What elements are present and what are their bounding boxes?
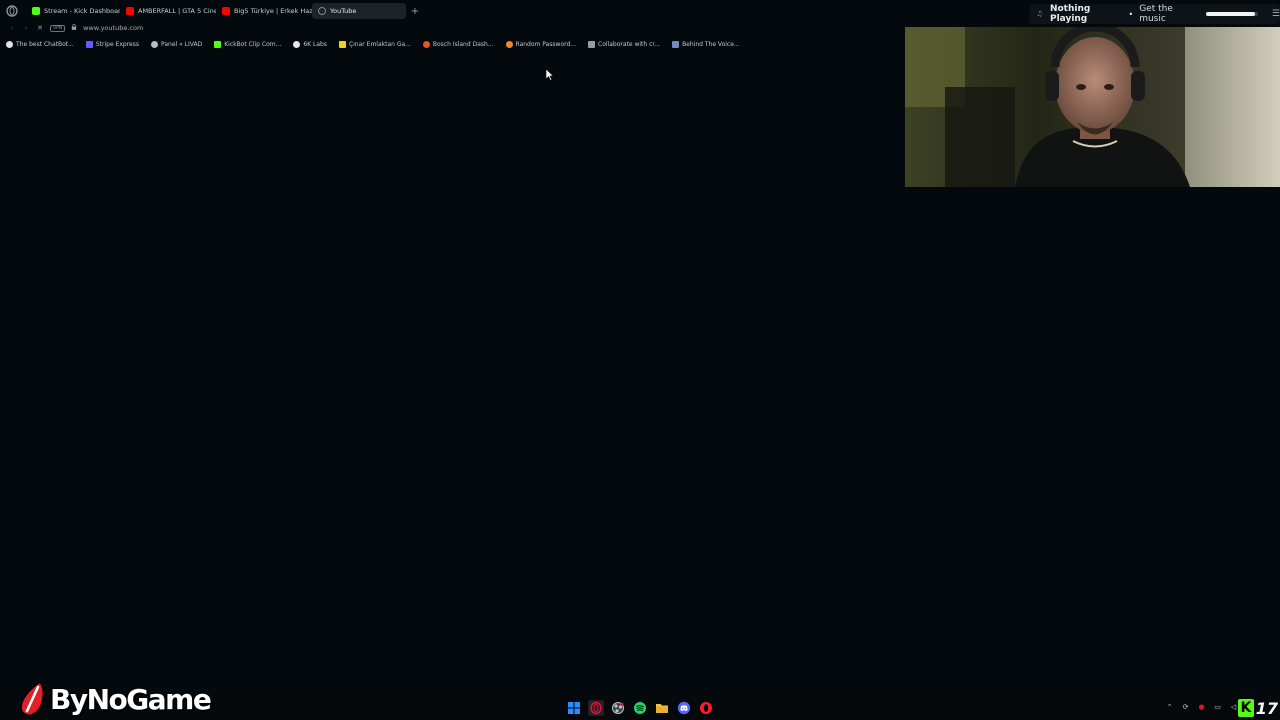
bookmark-favicon-icon [338,40,346,48]
bookmark-label: Stripe Express [95,40,139,48]
tab-kick-dashboard[interactable]: Stream - Kick Dashboard [26,3,120,19]
bookmarks-bar: The best ChatBot... Stripe Express Panel… [6,39,740,49]
chevron-up-icon[interactable]: ⌃ [1164,701,1175,712]
opera-gx-icon[interactable] [588,700,604,716]
bookmark-favicon-icon [293,40,301,48]
bookmark-favicon-icon [85,40,93,48]
obs-icon[interactable] [610,700,626,716]
tab-amberfall[interactable]: AMBERFALL | GTA 5 Cinem [120,3,216,19]
vpn-badge[interactable]: VPN [50,24,66,32]
bookmark-favicon-icon [505,40,513,48]
bookmark-chatbot[interactable]: The best ChatBot... [6,40,74,48]
bookmark-label: KickBot Clip Com... [224,40,282,48]
bookmark-label: Çınar Emlaktan Ga... [348,40,411,48]
bookmark-favicon-icon [150,40,158,48]
bynogame-logo-icon [20,681,45,716]
youtube-favicon-icon [222,7,230,15]
stop-loading-icon[interactable]: ✕ [36,24,44,32]
bookmark-bosch[interactable]: Bosch Island Dash... [422,40,494,48]
youtube-favicon-icon [126,7,134,15]
loading-spinner-icon [318,7,326,15]
bookmark-favicon-icon [588,40,596,48]
lock-icon[interactable] [71,24,77,32]
kick-badge-number: 17 [1255,698,1278,718]
bookmark-label: 6K Labs [303,40,327,48]
get-music-link[interactable]: Get the music [1139,4,1196,24]
tab-youtube[interactable]: YouTube [312,3,406,19]
kick-logo-icon: K [1238,699,1254,717]
taskbar-pinned [566,700,714,716]
bookmark-random-password[interactable]: Random Password... [505,40,577,48]
tab-big5[interactable]: Big5 Türkiye | Erkek Hazırlı [216,3,312,19]
forward-arrow-icon[interactable]: › [22,24,30,32]
volume-slider[interactable] [1205,12,1258,16]
url-field[interactable]: www.youtube.com [83,24,143,32]
watermark-text: ByNoGame [50,682,212,716]
tab-label: Big5 Türkiye | Erkek Hazırlı [234,7,312,15]
system-tray: ⌃ ⟳ ● ▭ ◁ [1164,701,1239,712]
bookmark-label: Behind The Voice... [682,40,740,48]
new-tab-button[interactable]: + [408,4,422,18]
music-widget[interactable]: ♫ Nothing Playing • Get the music ☰ [1029,4,1280,24]
music-note-icon: ♫ [1036,10,1043,18]
bookmark-6klabs[interactable]: 6K Labs [293,40,327,48]
bookmark-favicon-icon [6,40,13,48]
bookmark-label: Panel « LIVAD [160,40,203,48]
address-bar: ‹ › ✕ VPN www.youtube.com [0,22,900,34]
bookmark-label: The best ChatBot... [16,40,74,48]
mic-icon[interactable]: ● [1196,701,1207,712]
bookmark-cinar[interactable]: Çınar Emlaktan Ga... [338,40,411,48]
tab-label: Stream - Kick Dashboard [44,7,120,15]
bynogame-watermark: ByNoGame [18,680,212,718]
tab-label: YouTube [330,7,357,15]
spotify-icon[interactable] [632,700,648,716]
bookmark-label: Bosch Island Dash... [432,40,494,48]
windows-start-icon[interactable] [566,700,582,716]
bookmark-collaborate[interactable]: Collaborate with cr... [588,40,661,48]
menu-icon[interactable]: ☰ [1272,9,1280,19]
file-explorer-icon[interactable] [654,700,670,716]
browser-menu-icon[interactable] [4,3,20,19]
bookmark-livad[interactable]: Panel « LIVAD [150,40,203,48]
kick-overlay-badge: K 17 [1238,696,1280,720]
bookmark-favicon-icon [422,40,430,48]
tab-label: AMBERFALL | GTA 5 Cinem [138,7,216,15]
webcam-overlay [905,27,1280,187]
bookmark-kickbot[interactable]: KickBot Clip Com... [214,40,282,48]
bookmark-label: Collaborate with cr... [598,40,661,48]
bookmark-favicon-icon [214,40,222,48]
refresh-icon[interactable]: ⟳ [1180,701,1191,712]
bookmark-label: Random Password... [515,40,577,48]
volume-fill [1205,12,1256,16]
now-playing-status: Nothing Playing [1049,4,1091,24]
opera-icon[interactable] [698,700,714,716]
back-arrow-icon[interactable]: ‹ [8,24,16,32]
display-icon[interactable]: ▭ [1212,701,1223,712]
mouse-cursor-icon [546,69,554,81]
screen: Stream - Kick Dashboard AMBERFALL | GTA … [0,0,1280,720]
bookmark-stripe[interactable]: Stripe Express [85,40,139,48]
bookmark-behind-the-voice[interactable]: Behind The Voice... [672,40,740,48]
kick-favicon-icon [32,7,40,15]
bookmark-favicon-icon [672,40,680,48]
separator: • [1128,9,1134,19]
discord-icon[interactable] [676,700,692,716]
webcam-person-image [905,27,1280,187]
